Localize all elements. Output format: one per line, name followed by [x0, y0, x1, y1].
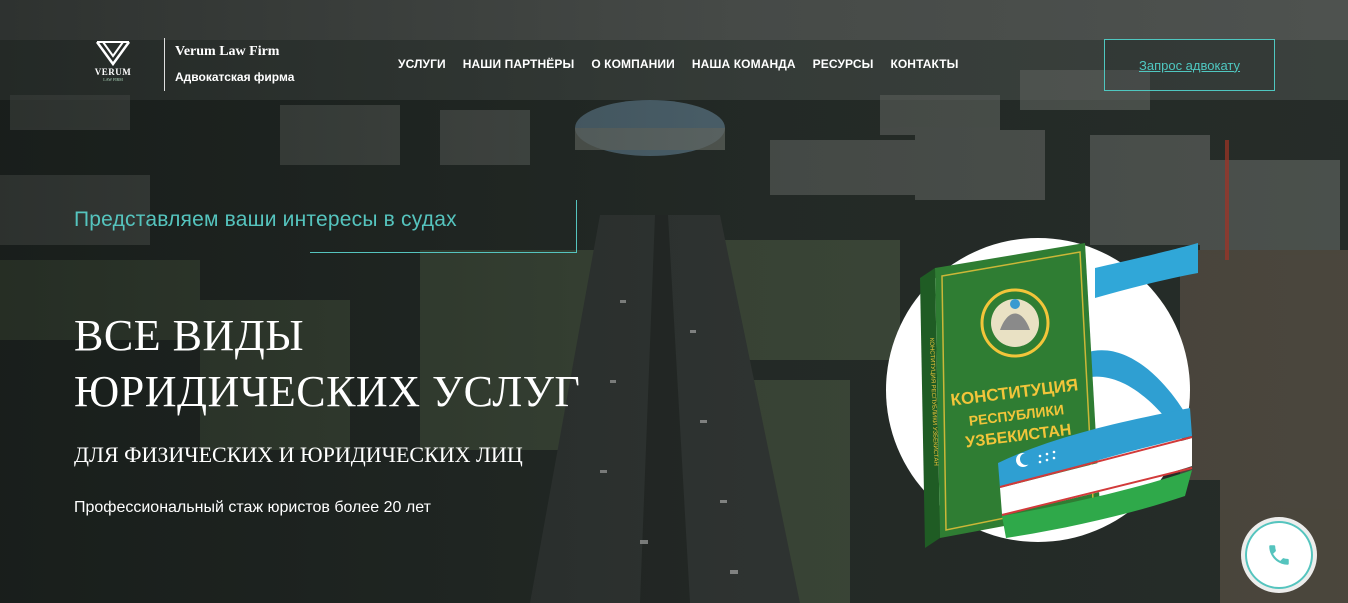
nav-item-contacts[interactable]: КОНТАКТЫ	[890, 57, 958, 71]
hero-headline: ВСЕ ВИДЫ ЮРИДИЧЕСКИХ УСЛУГ	[74, 308, 580, 420]
constitution-book-image: КОНСТИТУЦИЯ РЕСПУБЛИКИ УЗБЕКИСТАН КОНСТИ…	[880, 238, 1200, 563]
verum-logo-icon	[95, 41, 131, 66]
brand-divider	[164, 38, 165, 91]
hero-subheadline: ДЛЯ ФИЗИЧЕСКИХ И ЮРИДИЧЕСКИХ ЛИЦ	[74, 442, 523, 467]
nav-item-about[interactable]: О КОМПАНИИ	[591, 57, 675, 71]
nav-item-team[interactable]: НАША КОМАНДА	[692, 57, 796, 71]
experience-text: Профессиональный стаж юристов более 20 л…	[74, 499, 431, 516]
main-nav: УСЛУГИ НАШИ ПАРТНЁРЫ О КОМПАНИИ НАША КОМ…	[398, 57, 976, 71]
verum-logo[interactable]: VERUM LAW FIRM	[90, 40, 136, 90]
logo-subtext: LAW FIRM	[103, 77, 123, 82]
headline-line-1: ВСЕ ВИДЫ	[74, 311, 305, 360]
hero-tagline: Представляем ваши интересы в судах	[74, 208, 457, 231]
phone-icon	[1269, 545, 1289, 565]
request-lawyer-button[interactable]: Запрос адвокату	[1104, 39, 1275, 91]
site-header: VERUM LAW FIRM Verum Law Firm Адвокатска…	[0, 0, 1348, 110]
brand-tagline: Адвокатская фирма	[175, 70, 295, 84]
headline-line-2: ЮРИДИЧЕСКИХ УСЛУГ	[74, 367, 581, 416]
nav-item-resources[interactable]: РЕСУРСЫ	[813, 57, 874, 71]
logo-text: VERUM	[94, 67, 132, 77]
tagline-border-right	[576, 200, 577, 253]
call-button[interactable]	[1245, 521, 1313, 589]
brand-name: Verum Law Firm	[175, 44, 280, 59]
nav-item-partners[interactable]: НАШИ ПАРТНЁРЫ	[463, 57, 575, 71]
nav-item-services[interactable]: УСЛУГИ	[398, 57, 446, 71]
tagline-border-bottom	[310, 252, 576, 253]
